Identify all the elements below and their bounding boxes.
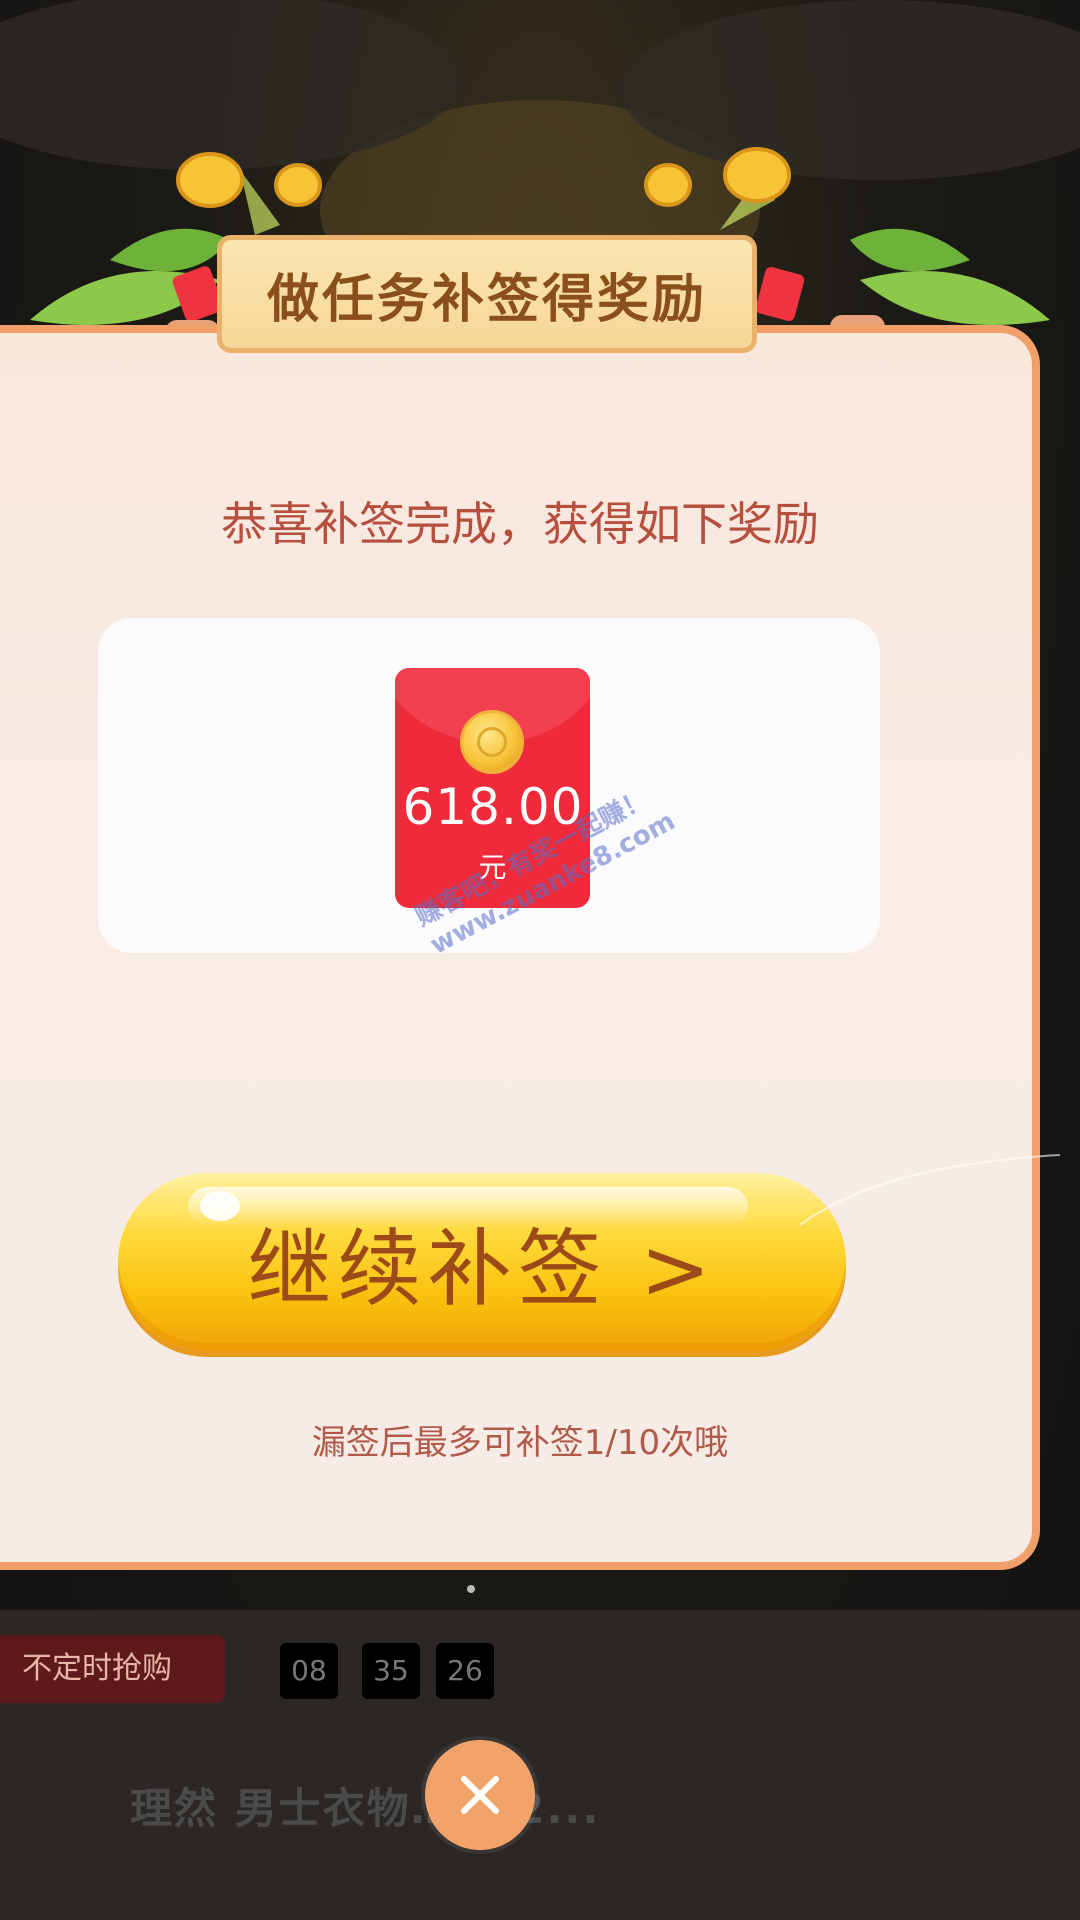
coin-icon [720,147,791,230]
page-indicator-dot [467,1585,475,1593]
close-icon [461,1776,499,1814]
countdown-hours: 08 [280,1643,338,1699]
continue-checkin-label: 继续补签 > [247,1219,717,1318]
leaf-right-icon [755,228,1050,325]
reward-dialog: 恭喜补签完成，获得如下奖励 618.00 元 继续补签 > 漏签后最多可补签1/… [0,325,1040,1570]
background-countdown-row: 不定时抢购 08 35 26 [0,1635,1080,1710]
dialog-subtitle: 恭喜补签完成，获得如下奖励 [221,497,819,551]
screen-scratch [800,1154,1061,1226]
dialog-title: 做任务补签得奖励 [266,269,707,330]
coin-icon [274,163,322,207]
countdown-minutes: 35 [362,1643,420,1699]
dialog-title-banner: 做任务补签得奖励 [217,235,757,353]
coin-icon [176,152,280,235]
close-button[interactable] [425,1740,535,1850]
coin-icon [644,163,692,207]
continue-checkin-button[interactable]: 继续补签 > [118,1173,846,1351]
countdown-seconds: 26 [436,1643,494,1699]
coin-icon [460,710,524,774]
flash-sale-tag: 不定时抢购 [0,1635,225,1703]
leaf-left-icon [30,228,230,325]
checkin-limit-hint: 漏签后最多可补签1/10次哦 [311,1423,729,1463]
